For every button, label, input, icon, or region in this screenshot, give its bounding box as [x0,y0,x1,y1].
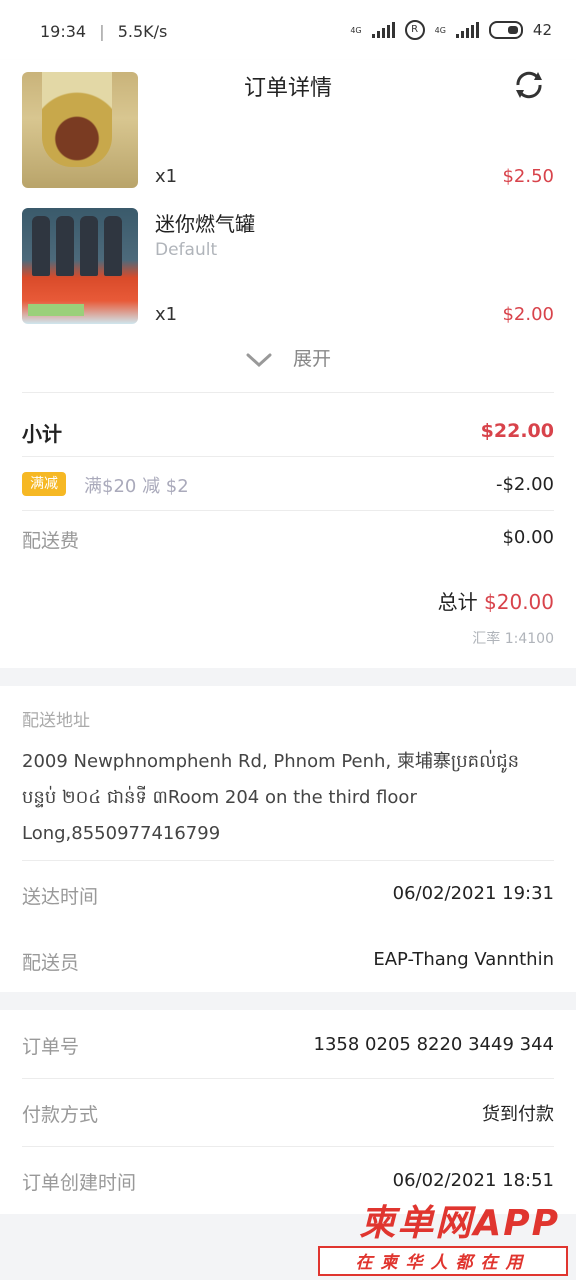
item-qty: x1 [155,166,178,187]
exchange-rate: 汇率 1:4100 [472,631,554,647]
status-left: 19:34 | 5.5K/s [40,22,167,41]
refresh-icon[interactable] [512,68,546,102]
subtotal-label: 小计 [22,422,62,446]
address-text: 2009 Newphnomphenh Rd, Phnom Penh, 柬埔寨ប្… [22,744,554,852]
order-number-label: 订单号 [22,1036,80,1058]
divider [22,456,554,457]
promo-badge: 满减 [22,472,66,496]
courier-label: 配送员 [22,952,80,974]
status-net-speed: 5.5K/s [117,22,168,41]
signal-icon [371,22,395,38]
total: 总计 $20.00 [438,586,554,615]
payment-method-value: 货到付款 [482,1104,554,1125]
battery-percent: 42 [532,21,552,39]
status-net2: 4G [434,25,446,35]
product-image[interactable] [22,208,138,324]
item-price: $2.00 [502,304,554,325]
address-label: 配送地址 [22,711,90,731]
divider [22,392,554,393]
created-time-value: 06/02/2021 18:51 [392,1170,554,1191]
watermark-title: 柬单网APP [359,1203,560,1244]
delivery-time-label: 送达时间 [22,886,99,908]
order-info-card: 订单号 1358 0205 8220 3449 344 付款方式 货到付款 订单… [0,1010,576,1214]
item-name: 迷你燃气罐 [155,212,255,236]
total-value: $20.00 [484,590,554,614]
item-qty: x1 [155,304,178,325]
order-number-value[interactable]: 1358 0205 8220 3449 344 [314,1034,554,1055]
status-net1: 4G [350,25,362,35]
registered-icon: R [404,20,425,40]
created-time-label: 订单创建时间 [22,1172,137,1194]
watermark-logo: 柬单网APP 在柬华人都在用 [316,1194,568,1276]
divider [22,1146,554,1147]
divider [22,510,554,511]
total-label: 总计 [437,590,478,614]
delivery-fee-label: 配送费 [22,530,80,552]
payment-method-label: 付款方式 [22,1104,99,1126]
promo-text: 满$20 减 $2 [84,476,189,497]
signal-icon-2 [455,22,479,38]
status-right: 4G R 4G 42 [350,20,552,40]
status-time: 19:34 [40,22,87,41]
item-variant: Default [155,240,218,260]
address-line1: 2009 Newphnomphenh Rd, Phnom Penh, 柬埔寨ប្… [22,751,520,772]
watermark-slogan: 在柬华人都在用 [318,1246,568,1276]
promo-value: -$2.00 [495,474,554,495]
subtotal-value: $22.00 [480,420,554,442]
product-image[interactable] [22,72,138,188]
status-separator: | [99,22,105,41]
divider [22,860,554,861]
expand-label: 展开 [293,348,332,370]
divider [22,1078,554,1079]
address-line3: Long,8550977416799 [22,823,221,844]
status-bar: 19:34 | 5.5K/s 4G R 4G 42 [0,0,576,60]
delivery-fee-value: $0.00 [502,527,554,548]
order-items-card: x1 $2.50 迷你燃气罐 Default x1 $2.00 展开 小计 $2… [0,72,576,668]
courier-value: EAP-Thang Vannthin [373,949,554,970]
delivery-time-value: 06/02/2021 19:31 [392,883,554,904]
expand-button[interactable]: 展开 [0,344,576,371]
address-line2: បន្ទប់ ២០៤ ជាន់ទី ៣Room 204 on the third… [22,787,417,808]
delivery-info-card: 配送地址 2009 Newphnomphenh Rd, Phnom Penh, … [0,686,576,992]
item-price: $2.50 [502,166,554,187]
chevron-down-icon [246,353,272,367]
battery-icon [488,21,523,39]
